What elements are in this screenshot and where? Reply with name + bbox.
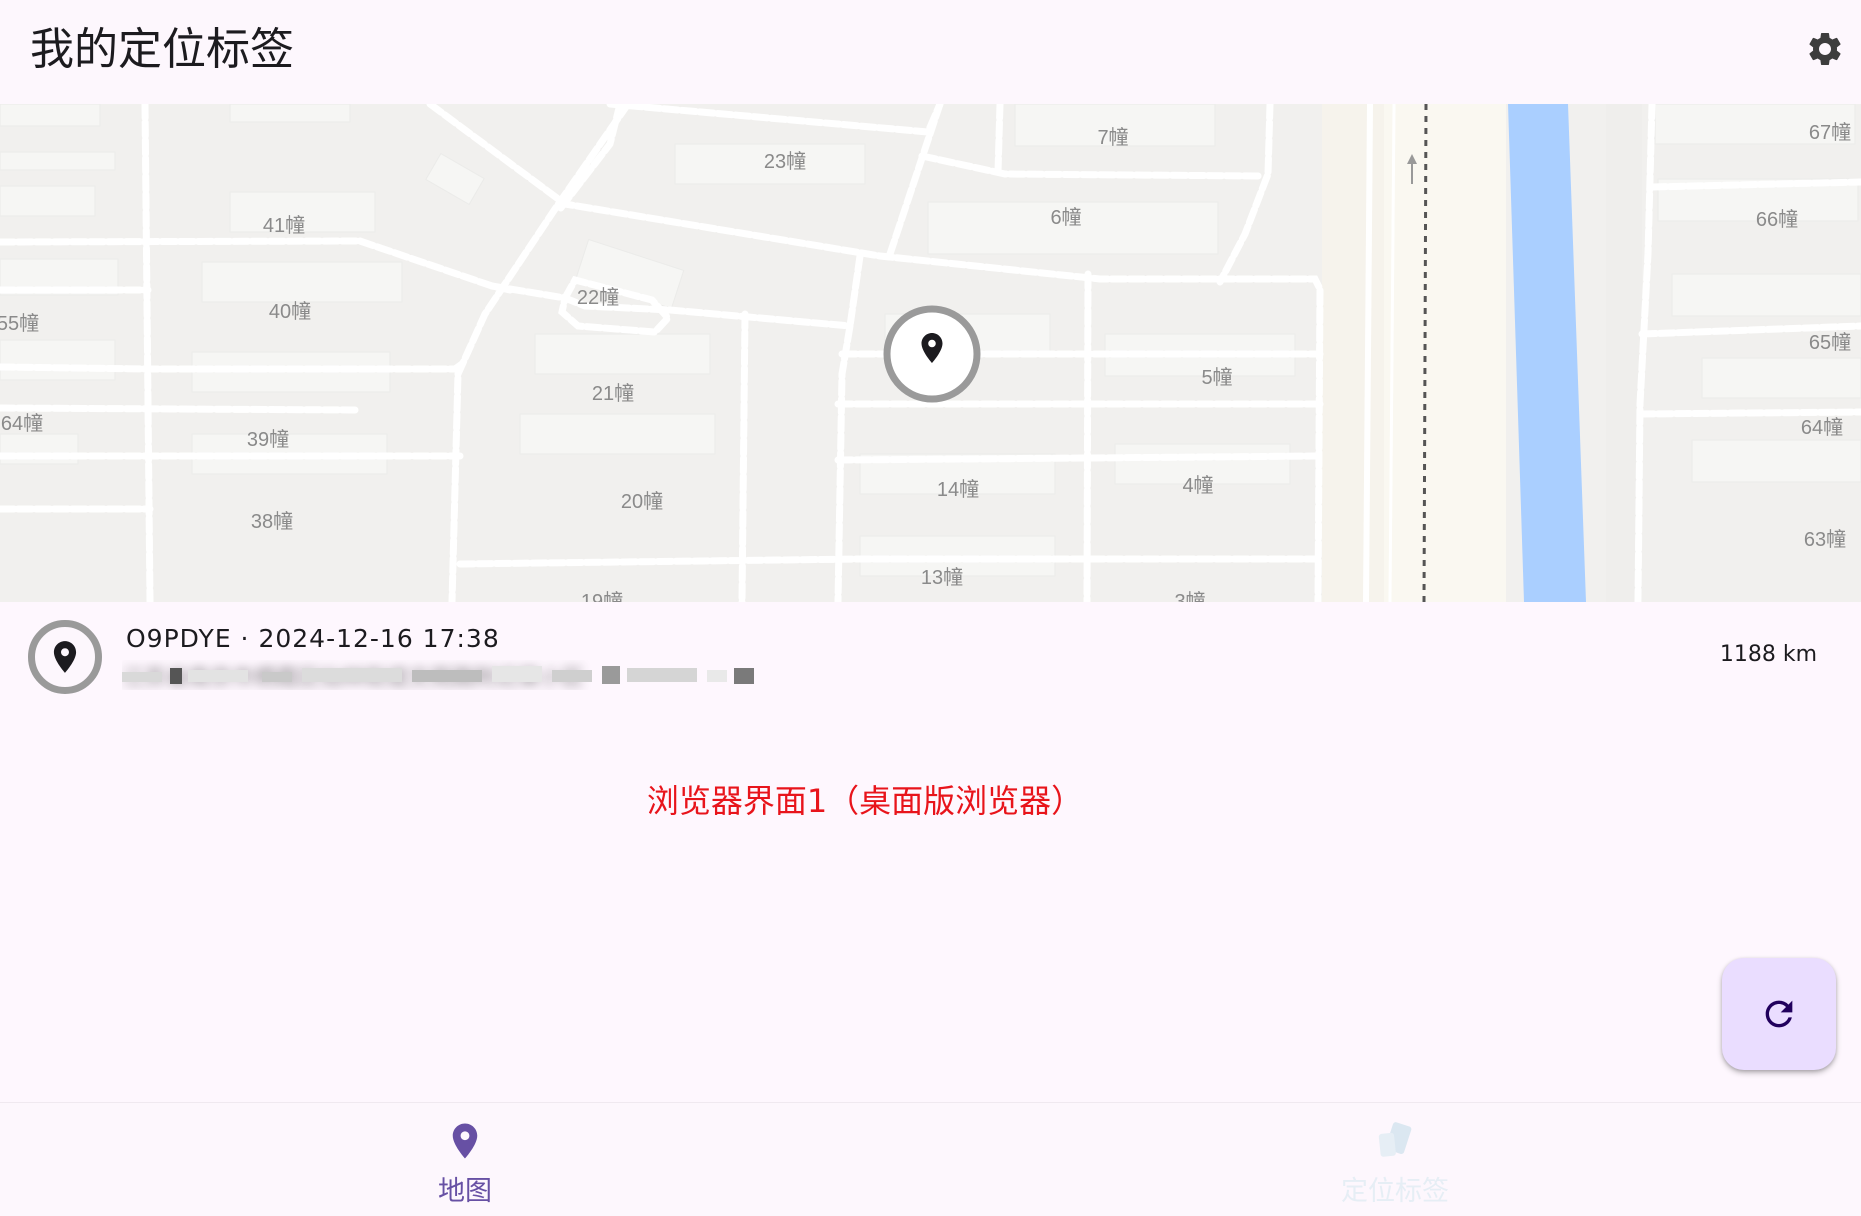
gear-icon [1809, 32, 1841, 65]
building-label: 65幢 [1809, 331, 1851, 354]
building-label: 7幢 [1097, 126, 1128, 149]
location-pin-icon [452, 1123, 478, 1159]
refresh-icon [1765, 1000, 1793, 1028]
building-label: 6幢 [1050, 206, 1081, 229]
building-label: 38幢 [251, 510, 293, 533]
location-pin-icon [53, 641, 77, 673]
tag-distance: 1188 km [1719, 642, 1817, 667]
settings-button[interactable] [1802, 26, 1848, 72]
location-marker[interactable] [883, 305, 981, 403]
nav-icon-wrapper [1371, 1117, 1419, 1165]
bottom-navigation: 地图 定位标签 [0, 1102, 1861, 1216]
building-label: 55幢 [0, 312, 39, 335]
tag-title: O9PDYE · 2024-12-16 17:38 [126, 624, 500, 653]
nav-item-tags[interactable]: 定位标签 [930, 1103, 1860, 1216]
screenshot-caption: 浏览器界面1（桌面版浏览器） [646, 782, 1084, 820]
building-label: 3幢 [1174, 590, 1205, 602]
map-canvas[interactable]: 67幢 66幢 65幢 64幢 63幢 7幢 6幢 5幢 4幢 14幢 13幢 … [0, 104, 1861, 602]
building-label: 22幢 [577, 286, 619, 309]
building-label: 63幢 [1804, 528, 1846, 551]
nav-icon-wrapper [441, 1117, 489, 1165]
building-label: 19幢 [581, 590, 623, 602]
redaction-mosaic [122, 666, 754, 684]
nav-label-tags: 定位标签 [1341, 1176, 1449, 1207]
building-label: 23幢 [764, 150, 806, 173]
building-label: 64幢 [1801, 416, 1843, 439]
building-label: 13幢 [921, 566, 963, 589]
tag-list-item[interactable]: O9PDYE · 2024-12-16 17:38 江苏省南京市栖霞区仙林街道文… [0, 602, 1861, 710]
building-label: 21幢 [592, 382, 634, 405]
building-label: 66幢 [1756, 208, 1798, 231]
tag-avatar [28, 620, 102, 694]
building-label: 64幢 [1, 412, 43, 435]
tag-address: 江苏省南京市栖霞区仙林街道文苑路附近某小区 [122, 660, 754, 690]
refresh-button[interactable] [1722, 958, 1836, 1070]
building-label: 40幢 [269, 300, 311, 323]
building-label: 67幢 [1809, 121, 1851, 144]
map-view[interactable]: 67幢 66幢 65幢 64幢 63幢 7幢 6幢 5幢 4幢 14幢 13幢 … [0, 104, 1861, 602]
tag-icon [1378, 1122, 1412, 1157]
nav-item-map[interactable]: 地图 [0, 1103, 930, 1216]
building-label: 14幢 [937, 478, 979, 501]
nav-label-map: 地图 [438, 1176, 492, 1207]
app-bar: 我的定位标签 [0, 0, 1861, 104]
building-label: 5幢 [1201, 366, 1232, 389]
building-label: 4幢 [1182, 474, 1213, 497]
page-title: 我的定位标签 [30, 24, 294, 75]
building-label: 20幢 [621, 490, 663, 513]
building-label: 39幢 [247, 428, 289, 451]
building-label: 41幢 [263, 214, 305, 237]
